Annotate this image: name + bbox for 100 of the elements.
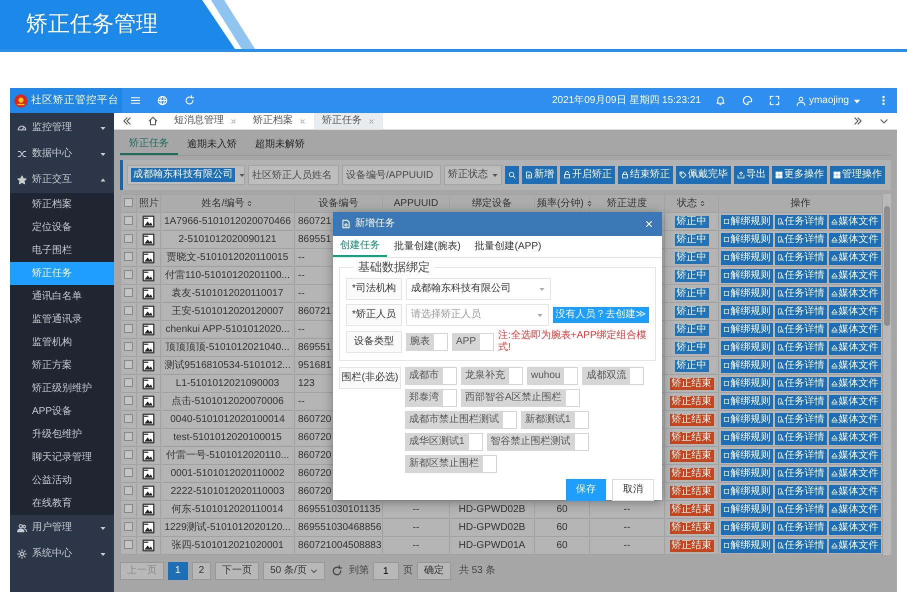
action-button[interactable]: 解绑规则	[720, 304, 772, 318]
action-button[interactable]: 任务详情	[774, 268, 826, 282]
sidebar-item[interactable]: 矫正交互	[10, 167, 114, 193]
checkbox[interactable]	[480, 333, 494, 352]
row-checkbox[interactable]	[124, 414, 133, 424]
select-field[interactable]: 成都翰东科技有限公司	[406, 278, 551, 300]
action-button[interactable]: 媒体文件	[828, 322, 880, 336]
page-size-select[interactable]: 50 条/页	[263, 562, 325, 580]
sidebar-item[interactable]: 电子围栏	[10, 239, 114, 262]
action-button[interactable]: 解绑规则	[720, 484, 772, 498]
action-button[interactable]: 媒体文件	[828, 214, 880, 228]
action-button[interactable]: 任务详情	[774, 376, 826, 390]
action-button[interactable]: 解绑规则	[720, 214, 772, 228]
action-button[interactable]: 解绑规则	[720, 448, 772, 462]
row-checkbox[interactable]	[124, 252, 133, 262]
toolbar-button[interactable]: 导出	[734, 166, 769, 184]
save-button[interactable]: 保存	[566, 479, 606, 502]
checkbox-label[interactable]: 成都双流	[582, 367, 630, 386]
checkbox-label[interactable]: 新都测试1	[521, 411, 575, 430]
checkbox-label[interactable]: APP	[452, 333, 480, 352]
row-checkbox[interactable]	[124, 216, 133, 226]
row-checkbox[interactable]	[124, 378, 133, 388]
checkbox[interactable]	[574, 433, 589, 452]
select-field[interactable]: 请选择矫正人员	[406, 304, 549, 326]
action-button[interactable]: 任务详情	[774, 286, 826, 300]
action-button[interactable]: 媒体文件	[828, 304, 880, 318]
sidebar-item[interactable]: 矫正任务	[10, 262, 114, 285]
action-button[interactable]: 媒体文件	[828, 358, 880, 372]
action-button[interactable]: 任务详情	[774, 358, 826, 372]
checkbox-label[interactable]: 成都市禁止围栏测试	[405, 411, 503, 430]
page-input[interactable]: 1	[372, 562, 399, 580]
row-checkbox[interactable]	[124, 234, 133, 244]
action-button[interactable]: 任务详情	[774, 484, 826, 498]
action-button[interactable]: 解绑规则	[720, 394, 772, 408]
page-tab[interactable]: 矫正任务	[314, 113, 383, 129]
page-button[interactable]: 1	[168, 562, 188, 580]
close-button[interactable]	[644, 219, 654, 229]
action-button[interactable]: 媒体文件	[828, 502, 880, 516]
user-menu[interactable]: ymaojing	[788, 94, 870, 106]
action-button[interactable]: 任务详情	[774, 466, 826, 480]
action-button[interactable]: 任务详情	[774, 502, 826, 516]
checkbox-label[interactable]: 郑泰湾	[405, 389, 443, 408]
toolbar-button[interactable]: 更多操作	[772, 166, 827, 184]
row-checkbox[interactable]	[124, 432, 133, 442]
action-button[interactable]: 媒体文件	[828, 286, 880, 300]
toolbar-button[interactable]: 开启矫正	[560, 166, 615, 184]
checkbox[interactable]	[443, 367, 457, 386]
search-button[interactable]	[505, 166, 519, 184]
action-button[interactable]: 解绑规则	[720, 250, 772, 264]
checkbox[interactable]	[503, 411, 517, 430]
action-button[interactable]: 解绑规则	[720, 376, 772, 390]
action-button[interactable]: 媒体文件	[828, 430, 880, 444]
action-button[interactable]: 媒体文件	[828, 448, 880, 462]
toolbar-button[interactable]: 新增	[522, 166, 557, 184]
action-button[interactable]: 媒体文件	[828, 520, 880, 534]
checkbox-label[interactable]: 西部智谷A区禁止围栏	[461, 389, 566, 408]
action-button[interactable]: 解绑规则	[720, 268, 772, 282]
row-checkbox[interactable]	[124, 360, 133, 370]
action-button[interactable]: 媒体文件	[828, 268, 880, 282]
checkbox[interactable]	[564, 367, 578, 386]
checkbox[interactable]	[483, 455, 497, 474]
row-checkbox[interactable]	[124, 306, 133, 316]
status-select[interactable]: 矫正状态	[444, 165, 502, 185]
action-button[interactable]: 媒体文件	[828, 484, 880, 498]
action-button[interactable]: 任务详情	[774, 520, 826, 534]
checkbox-label[interactable]: 成华区测试1	[405, 433, 469, 452]
action-button[interactable]: 解绑规则	[720, 502, 772, 516]
sidebar-item[interactable]: 矫正档案	[10, 193, 114, 216]
cancel-button[interactable]: 取消	[612, 479, 654, 502]
device-field[interactable]: 设备编号/APPUUID	[342, 165, 441, 185]
row-checkbox[interactable]	[124, 450, 133, 460]
action-button[interactable]: 任务详情	[774, 538, 826, 552]
sidebar-item[interactable]: 数据中心	[10, 141, 114, 167]
sub-tab[interactable]: 超期未解矫	[246, 134, 314, 155]
sidebar-item[interactable]: 在线教育	[10, 492, 114, 515]
checkbox[interactable]	[566, 389, 580, 408]
action-button[interactable]: 解绑规则	[720, 340, 772, 354]
checkbox[interactable]	[630, 367, 644, 386]
action-button[interactable]: 媒体文件	[828, 394, 880, 408]
checkbox[interactable]	[434, 333, 448, 352]
action-button[interactable]: 任务详情	[774, 214, 826, 228]
action-button[interactable]: 解绑规则	[720, 430, 772, 444]
checkbox-label[interactable]: 新都区禁止围栏	[405, 455, 483, 474]
row-checkbox[interactable]	[124, 396, 133, 406]
toolbar-button[interactable]: 管理操作	[830, 166, 885, 184]
sidebar-item[interactable]: 矫正级别维护	[10, 377, 114, 400]
page-tab[interactable]: 矫正档案	[245, 113, 314, 129]
confirm-button[interactable]: 确定	[416, 562, 451, 580]
sidebar-item[interactable]: 用户管理	[10, 515, 114, 541]
row-checkbox[interactable]	[124, 324, 133, 334]
row-checkbox[interactable]	[124, 288, 133, 298]
action-button[interactable]: 解绑规则	[720, 232, 772, 246]
dialog-tab[interactable]: 批量创建(APP)	[468, 236, 548, 257]
sidebar-item[interactable]: 监控管理	[10, 115, 114, 141]
action-button[interactable]: 任务详情	[774, 304, 826, 318]
dialog-tab[interactable]: 批量创建(腕表)	[387, 236, 468, 257]
action-button[interactable]: 媒体文件	[828, 466, 880, 480]
sidebar-item[interactable]: 定位设备	[10, 216, 114, 239]
toolbar-button[interactable]: 佩戴完毕	[676, 166, 731, 184]
checkbox-label[interactable]: 龙泉补充	[461, 367, 509, 386]
